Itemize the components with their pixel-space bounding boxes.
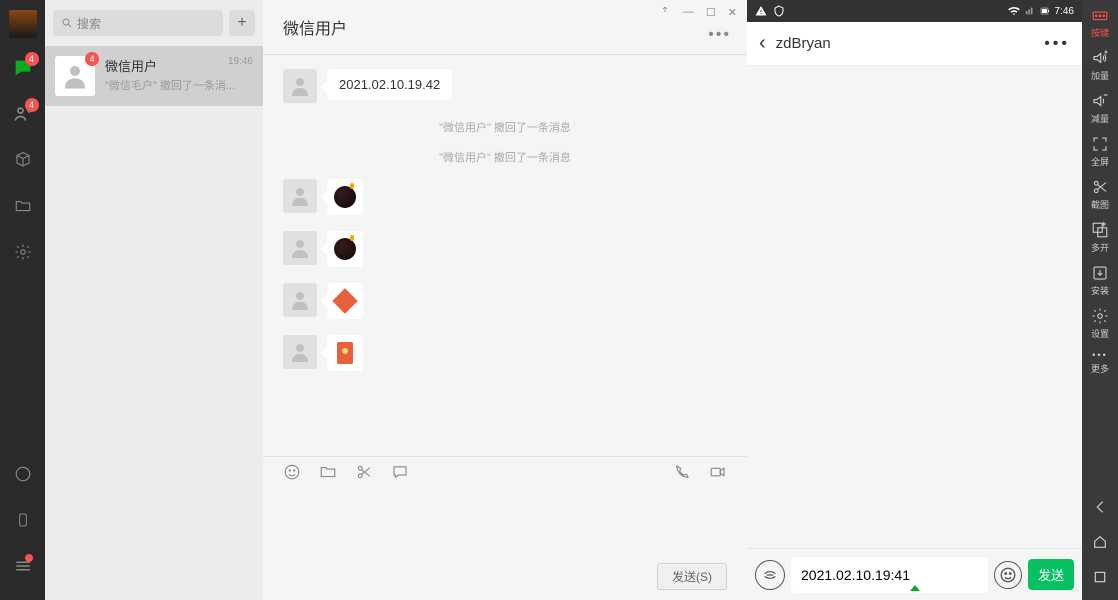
chat-titlebar: 微信用户 — ☐ ✕ ••• <box>263 0 747 55</box>
chat-list-item[interactable]: 4 微信用户 "微信毛户" 撤回了一条消... 19:46 <box>45 46 263 106</box>
sender-avatar[interactable] <box>283 283 317 317</box>
phone-emoji-icon[interactable] <box>994 561 1022 589</box>
call-icon[interactable] <box>673 463 691 486</box>
phone-emulator: 7:46 ‹ zdBryan ••• 2021.02.10.19:41 发送 <box>747 0 1082 600</box>
cursor-indicator <box>910 585 920 591</box>
emu-volume-up[interactable]: 加量 <box>1082 49 1118 82</box>
moments-icon[interactable] <box>11 462 35 486</box>
input-toolbar <box>263 456 747 492</box>
contact-avatar: 4 <box>55 56 95 96</box>
gear-icon[interactable] <box>11 240 35 264</box>
emoji-icon[interactable] <box>283 463 301 486</box>
unread-badge: 4 <box>85 52 99 66</box>
phone-send-button[interactable]: 发送 <box>1028 559 1074 590</box>
phone-statusbar: 7:46 <box>747 0 1082 22</box>
emu-fullscreen[interactable]: 全屏 <box>1082 135 1118 168</box>
phone-message-area <box>747 66 1082 548</box>
chat-tab-icon[interactable]: 4 <box>11 56 35 80</box>
voice-icon[interactable] <box>755 560 785 590</box>
add-button[interactable]: + <box>229 10 255 36</box>
message-row <box>283 179 727 215</box>
emu-more[interactable]: ••• 更多 <box>1082 350 1118 375</box>
sender-avatar[interactable] <box>283 231 317 265</box>
phone-icon[interactable] <box>11 508 35 532</box>
phone-text-input[interactable]: 2021.02.10.19:41 <box>791 557 988 593</box>
send-button[interactable]: 发送(S) <box>657 563 727 590</box>
emu-keys-button[interactable]: 按键 <box>1082 6 1118 39</box>
maximize-icon[interactable]: ☐ <box>706 6 716 21</box>
search-input[interactable]: 搜索 <box>53 10 223 36</box>
my-avatar[interactable] <box>9 10 37 38</box>
chat-window: 微信用户 — ☐ ✕ ••• 2021.02.10.19.42 "微信用户" 撤… <box>263 0 747 600</box>
minimize-icon[interactable]: — <box>683 6 694 21</box>
sender-avatar[interactable] <box>283 179 317 213</box>
emu-volume-down[interactable]: 减量 <box>1082 92 1118 125</box>
menu-icon[interactable] <box>11 554 35 578</box>
pin-icon[interactable] <box>659 6 671 21</box>
scissors-icon[interactable] <box>355 463 373 486</box>
chat-icon[interactable] <box>391 463 409 486</box>
contacts-badge: 4 <box>25 98 39 112</box>
folder-icon[interactable] <box>11 194 35 218</box>
message-bubble: 2021.02.10.19.42 <box>327 69 452 100</box>
phone-more-icon[interactable]: ••• <box>1044 35 1070 53</box>
search-placeholder: 搜索 <box>77 15 101 32</box>
chat-title: 微信用户 <box>283 15 347 39</box>
menu-badge-dot <box>25 554 33 562</box>
sticker-bomb[interactable] <box>327 179 363 215</box>
emu-recent-icon[interactable] <box>1092 569 1108 590</box>
sticker-bomb[interactable] <box>327 231 363 267</box>
close-icon[interactable]: ✕ <box>728 6 737 21</box>
sender-avatar[interactable] <box>283 335 317 369</box>
contacts-icon[interactable]: 4 <box>11 102 35 126</box>
system-message: "微信用户" 撤回了一条消息 <box>283 119 727 135</box>
cube-icon[interactable] <box>11 148 35 172</box>
message-preview: "微信毛户" 撤回了一条消... <box>105 77 253 93</box>
chat-list-panel: 搜索 + 4 微信用户 "微信毛户" 撤回了一条消... 19:46 <box>45 0 263 600</box>
message-row <box>283 283 727 319</box>
file-icon[interactable] <box>319 463 337 486</box>
message-row <box>283 335 727 371</box>
message-row <box>283 231 727 267</box>
phone-input-bar: 2021.02.10.19:41 发送 <box>747 548 1082 600</box>
emu-back-icon[interactable] <box>1092 499 1108 520</box>
emu-screenshot[interactable]: 截图 <box>1082 178 1118 211</box>
message-list: 2021.02.10.19.42 "微信用户" 撤回了一条消息 "微信用户" 撤… <box>263 55 747 456</box>
back-icon[interactable]: ‹ <box>759 32 766 55</box>
emu-home-icon[interactable] <box>1092 534 1108 555</box>
message-time: 19:46 <box>228 56 253 67</box>
chat-badge: 4 <box>25 52 39 66</box>
emu-install[interactable]: 安装 <box>1082 264 1118 297</box>
sticker-redpacket[interactable] <box>327 335 363 371</box>
sender-avatar[interactable] <box>283 69 317 103</box>
message-input[interactable]: 发送(S) <box>263 492 747 600</box>
system-message: "微信用户" 撤回了一条消息 <box>283 149 727 165</box>
video-icon[interactable] <box>709 463 727 486</box>
emulator-toolbar: 按键 加量 减量 全屏 截图 多开 安装 设置 ••• 更多 <box>1082 0 1118 600</box>
sticker-diamond[interactable] <box>327 283 363 319</box>
emu-multi[interactable]: 多开 <box>1082 221 1118 254</box>
app-sidebar: 4 4 <box>0 0 45 600</box>
phone-chat-title: zdBryan <box>776 35 831 52</box>
more-icon[interactable]: ••• <box>708 26 731 44</box>
message-row: 2021.02.10.19.42 <box>283 69 727 103</box>
phone-header: ‹ zdBryan ••• <box>747 22 1082 66</box>
status-time: 7:46 <box>1055 6 1074 17</box>
emu-settings[interactable]: 设置 <box>1082 307 1118 340</box>
